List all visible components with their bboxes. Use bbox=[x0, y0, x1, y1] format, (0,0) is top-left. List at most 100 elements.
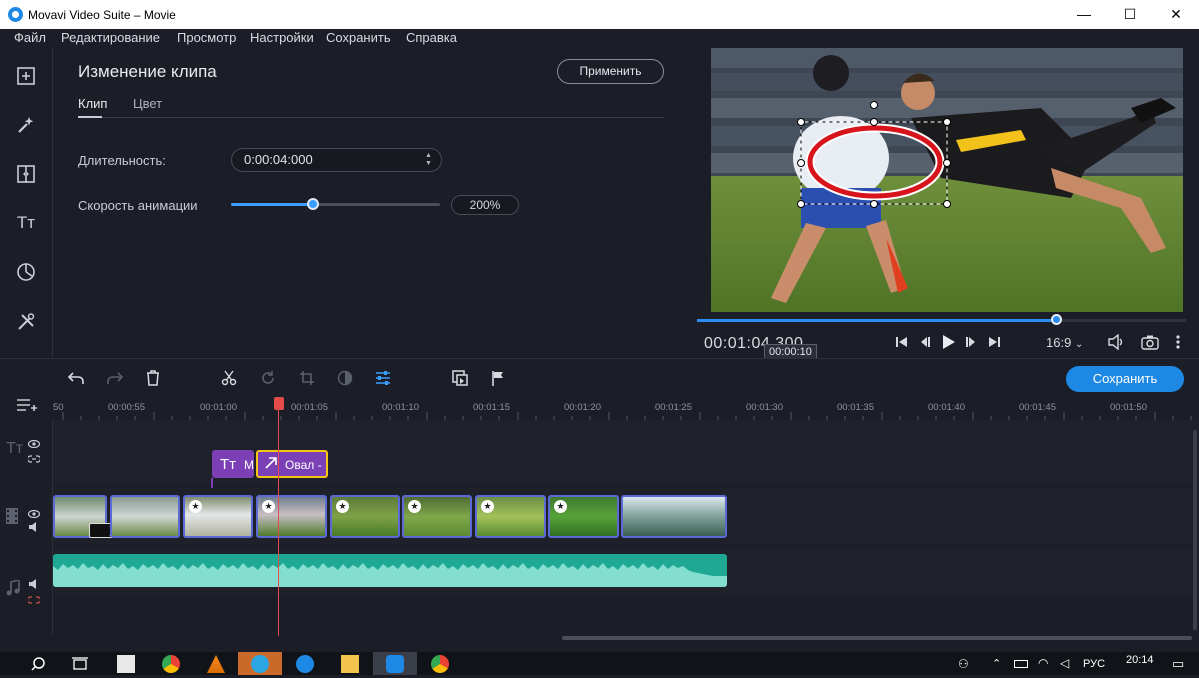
link-icon[interactable] bbox=[26, 450, 42, 468]
color-adjust-icon[interactable] bbox=[336, 369, 354, 387]
overlay-icon[interactable] bbox=[451, 369, 469, 387]
redo-icon[interactable] bbox=[106, 369, 124, 387]
video-preview[interactable] bbox=[711, 48, 1183, 312]
movavi-editor-icon[interactable] bbox=[386, 655, 404, 673]
snapshot-icon[interactable] bbox=[1141, 333, 1159, 351]
menu-view[interactable]: Просмотр bbox=[177, 30, 236, 45]
add-track-icon[interactable] bbox=[16, 398, 38, 417]
close-button[interactable]: ✕ bbox=[1153, 0, 1199, 29]
volume-icon[interactable] bbox=[1107, 333, 1125, 351]
next-frame-icon[interactable] bbox=[962, 333, 980, 351]
crop-icon[interactable] bbox=[298, 369, 316, 387]
titles-icon[interactable]: Tт bbox=[10, 207, 42, 239]
menu-edit[interactable]: Редактирование bbox=[61, 30, 160, 45]
duration-label: Длительность: bbox=[78, 153, 166, 168]
speed-value[interactable]: 200% bbox=[451, 195, 519, 215]
menu-save[interactable]: Сохранить bbox=[326, 30, 391, 45]
video-clip[interactable] bbox=[110, 495, 180, 538]
star-icon: ★ bbox=[189, 500, 202, 513]
playback-handle[interactable] bbox=[1051, 314, 1062, 325]
video-clip[interactable]: ★ bbox=[183, 495, 253, 538]
title-clip[interactable]: Tт М bbox=[212, 450, 254, 478]
playhead[interactable] bbox=[278, 404, 279, 636]
window-title: Movavi Video Suite – Movie bbox=[28, 8, 176, 22]
duration-value: 0:00:04:000 bbox=[244, 152, 313, 167]
timeline-vertical-scrollbar[interactable] bbox=[1193, 430, 1197, 630]
menu-help[interactable]: Справка bbox=[406, 30, 457, 45]
speaker-icon[interactable] bbox=[28, 519, 40, 537]
aspect-ratio-selector[interactable]: 16:9 ⌄ bbox=[1046, 335, 1083, 350]
people-icon[interactable]: ⚇ bbox=[958, 657, 969, 671]
track-headers: Tт bbox=[0, 420, 53, 635]
search-icon[interactable] bbox=[30, 655, 48, 673]
folder-icon[interactable] bbox=[341, 655, 359, 673]
title-clip-label: М bbox=[244, 458, 254, 472]
export-save-button[interactable]: Сохранить bbox=[1066, 366, 1184, 392]
video-clip[interactable]: ★ bbox=[402, 495, 472, 538]
tools-sidebar: Tт bbox=[0, 47, 53, 357]
playback-progress bbox=[697, 319, 1057, 322]
play-icon[interactable] bbox=[939, 333, 957, 351]
rotate-icon[interactable] bbox=[259, 369, 277, 387]
chrome-icon[interactable] bbox=[431, 655, 449, 673]
menu-settings[interactable]: Настройки bbox=[250, 30, 314, 45]
apply-button[interactable]: Применить bbox=[557, 59, 664, 84]
tab-clip[interactable]: Клип bbox=[78, 96, 107, 111]
minimize-button[interactable]: — bbox=[1061, 0, 1107, 29]
file-app-icon[interactable] bbox=[117, 655, 135, 673]
cut-icon[interactable] bbox=[220, 369, 238, 387]
oval-callout-label: Овал - bbox=[285, 458, 322, 472]
skip-to-start-icon[interactable] bbox=[893, 333, 911, 351]
video-clip[interactable]: ★ bbox=[330, 495, 400, 538]
clock[interactable]: 20:14 bbox=[1126, 654, 1154, 666]
duration-stepper[interactable]: ▲ ▼ bbox=[425, 152, 433, 168]
playhead-handle[interactable] bbox=[274, 397, 284, 410]
ruler-label: 00:01:45 bbox=[1019, 402, 1056, 413]
filters-icon[interactable] bbox=[10, 109, 42, 141]
import-icon[interactable] bbox=[10, 60, 42, 92]
title-clip-icon: Tт bbox=[220, 456, 237, 473]
titles-track-icon: Tт bbox=[6, 440, 24, 457]
time-ruler[interactable]: 50 00:00:55 00:01:00 00:01:05 00:01:10 0… bbox=[53, 396, 1199, 420]
video-clip[interactable]: ★ bbox=[256, 495, 327, 538]
chrome-icon[interactable] bbox=[162, 655, 180, 673]
more-tools-icon[interactable] bbox=[10, 306, 42, 338]
volume-tray-icon[interactable]: ◁ bbox=[1060, 656, 1069, 670]
timeline-scrollbar[interactable] bbox=[562, 636, 1192, 640]
more-options-icon[interactable] bbox=[1169, 333, 1187, 351]
audio-clip[interactable] bbox=[53, 554, 727, 587]
language-indicator[interactable]: РУС bbox=[1083, 658, 1105, 670]
ruler-label: 00:01:05 bbox=[291, 402, 328, 413]
video-clip[interactable]: ★ bbox=[475, 495, 546, 538]
video-clip[interactable] bbox=[621, 495, 727, 538]
notifications-icon[interactable]: ▭ bbox=[1172, 656, 1184, 672]
ruler-label: 00:01:40 bbox=[928, 402, 965, 413]
menu-file[interactable]: Файл bbox=[14, 30, 46, 45]
ruler-label: 00:01:50 bbox=[1110, 402, 1147, 413]
oval-callout-clip[interactable]: Овал - bbox=[256, 450, 328, 478]
ruler-label: 00:01:35 bbox=[837, 402, 874, 413]
speed-slider-fill bbox=[231, 203, 313, 206]
ruler-label: 00:01:20 bbox=[564, 402, 601, 413]
wifi-icon[interactable]: ◠ bbox=[1038, 656, 1048, 670]
speed-slider-handle[interactable] bbox=[307, 198, 319, 210]
telegram-icon[interactable] bbox=[251, 655, 269, 673]
maximize-button[interactable]: ☐ bbox=[1107, 0, 1153, 29]
duration-field[interactable]: 0:00:04:000 ▲ ▼ bbox=[231, 148, 442, 172]
transitions-icon[interactable] bbox=[10, 158, 42, 190]
movavi-icon[interactable] bbox=[296, 655, 314, 673]
marker-flag-icon[interactable] bbox=[489, 369, 507, 387]
previous-frame-icon[interactable] bbox=[916, 333, 934, 351]
video-clip[interactable]: ★ bbox=[548, 495, 619, 538]
delete-icon[interactable] bbox=[144, 369, 162, 387]
skip-to-end-icon[interactable] bbox=[985, 333, 1003, 351]
battery-icon[interactable] bbox=[1014, 660, 1028, 668]
clip-properties-icon[interactable] bbox=[374, 369, 392, 387]
stickers-icon[interactable] bbox=[10, 256, 42, 288]
tab-color[interactable]: Цвет bbox=[133, 96, 162, 111]
aspect-ratio-value: 16:9 bbox=[1046, 335, 1072, 350]
unlink-icon[interactable] bbox=[26, 591, 42, 609]
tray-chevron-icon[interactable]: ⌃ bbox=[992, 657, 1001, 670]
undo-icon[interactable] bbox=[67, 369, 85, 387]
task-view-icon[interactable] bbox=[71, 655, 89, 673]
